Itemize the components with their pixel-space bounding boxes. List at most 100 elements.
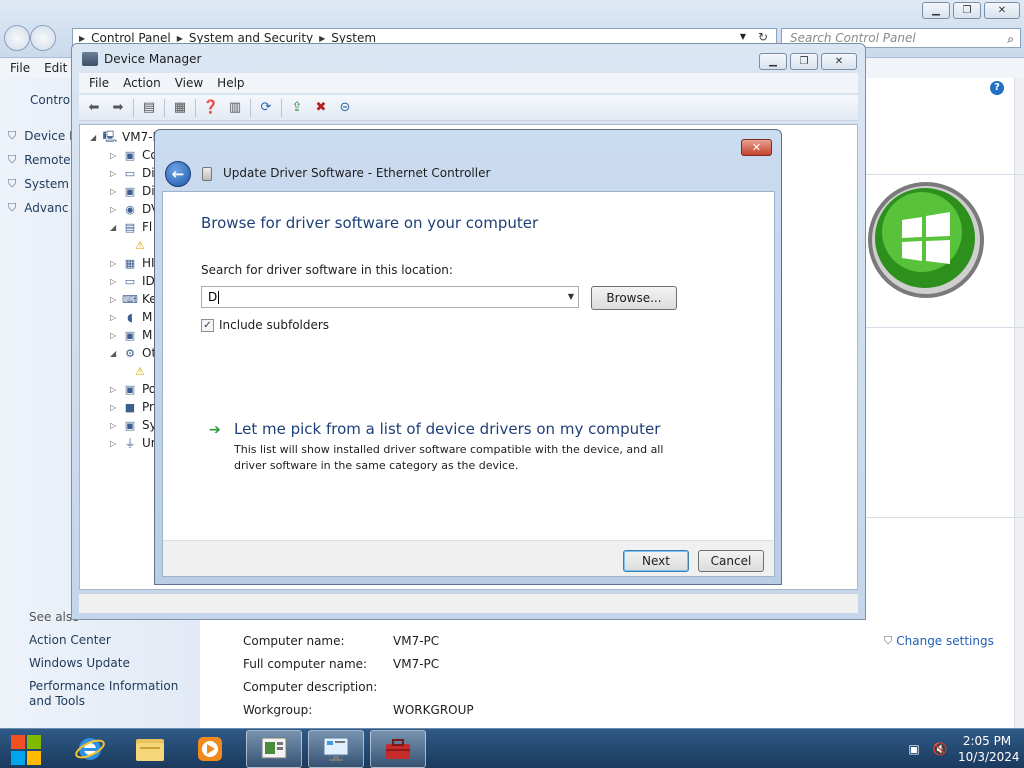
include-subfolders-checkbox[interactable]: ✓ Include subfolders (201, 318, 329, 332)
cancel-button[interactable]: Cancel (698, 550, 764, 572)
text-cursor (218, 291, 220, 304)
tree-item[interactable]: ◢ ⚙ Ot (110, 344, 156, 362)
warning-device-icon: ⚠ (135, 238, 145, 252)
maximize-button[interactable]: ❐ (953, 2, 981, 19)
tree-item[interactable]: ▷ ▣ Di (110, 182, 155, 200)
disable-device-icon[interactable]: ⊝ (336, 99, 354, 117)
checkbox[interactable]: ✓ (201, 318, 214, 332)
expand-arrow-icon[interactable]: ◢ (90, 133, 100, 142)
expand-arrow-icon[interactable]: ▷ (110, 151, 120, 160)
system-tray: ▣ 🔇 2:05 PM 10/3/2024 (906, 733, 1020, 765)
update-driver-icon[interactable]: ⇪ (288, 99, 306, 117)
expand-arrow-icon[interactable]: ▷ (110, 187, 120, 196)
control-panel-taskbar-button[interactable] (308, 730, 364, 768)
clock[interactable]: 2:05 PM 10/3/2024 (958, 733, 1020, 765)
pick-from-list-title[interactable]: Let me pick from a list of device driver… (234, 420, 660, 438)
refresh-icon[interactable]: ↻ (758, 30, 768, 44)
tree-item[interactable]: ▷ ▣ Po (110, 380, 156, 398)
back-button[interactable]: ← (165, 161, 191, 187)
expand-arrow-icon[interactable]: ◢ (110, 223, 120, 232)
tree-label: ID (142, 274, 155, 288)
tree-item[interactable]: ◢ ▤ Fl (110, 218, 152, 236)
expand-arrow-icon[interactable]: ▷ (110, 205, 120, 214)
menu-help[interactable]: Help (217, 76, 244, 90)
tree-item[interactable]: ▷ ▣ M (110, 326, 152, 344)
device-manager-taskbar-button[interactable] (246, 730, 302, 768)
link-windows-update[interactable]: Windows Update (29, 656, 130, 670)
ide-controller-icon: ▭ (124, 274, 136, 288)
tree-item[interactable]: ▷ ▦ HI (110, 254, 155, 272)
menu-file[interactable]: File (10, 61, 30, 75)
expand-arrow-icon[interactable]: ▷ (110, 403, 120, 412)
chevron-down-icon[interactable]: ▼ (568, 287, 574, 307)
menu-file[interactable]: File (89, 76, 109, 90)
tree-item[interactable]: ▷ ⏚ Ur (110, 434, 156, 452)
close-button[interactable]: ✕ (821, 53, 857, 70)
media-player-taskbar-button[interactable] (182, 730, 238, 768)
tree-item[interactable]: ▷ ■ Pr (110, 398, 154, 416)
next-button[interactable]: Next (623, 550, 689, 572)
properties-icon[interactable]: ▦ (171, 99, 189, 117)
menu-action[interactable]: Action (123, 76, 161, 90)
scrollbar[interactable] (1014, 78, 1024, 728)
uninstall-icon[interactable]: ✖ (312, 99, 330, 117)
link-action-center[interactable]: Action Center (29, 633, 111, 647)
expand-arrow-icon[interactable]: ▷ (110, 259, 120, 268)
link-performance-info[interactable]: Performance Information and Tools (29, 679, 194, 709)
show-hide-console-tree-icon[interactable]: ▤ (140, 99, 158, 117)
tree-label: Di (142, 166, 155, 180)
tree-item[interactable]: ▷ ◉ DV (110, 200, 159, 218)
expand-arrow-icon[interactable]: ▷ (110, 169, 120, 178)
expand-arrow-icon[interactable]: ▷ (110, 421, 120, 430)
minimize-button[interactable]: ▁ (922, 2, 950, 19)
tree-item[interactable]: ⚠ (130, 362, 152, 380)
expand-arrow-icon[interactable]: ◢ (110, 349, 120, 358)
change-settings-label: Change settings (896, 634, 994, 648)
forward-button[interactable] (30, 25, 56, 51)
tree-item[interactable]: ▷ ◖ M (110, 308, 152, 326)
tree-label: M (142, 310, 153, 324)
tree-item[interactable]: ▷ ▭ Di (110, 164, 155, 182)
tree-item[interactable]: ▷ ▣ Sy (110, 416, 157, 434)
help-icon[interactable]: ❓ (202, 99, 220, 117)
expand-arrow-icon[interactable]: ▷ (110, 385, 120, 394)
driver-path-combobox[interactable]: D ▼ (201, 286, 579, 308)
tree-item[interactable]: ▷ ▣ Co (110, 146, 158, 164)
minimize-button[interactable]: ▁ (759, 53, 787, 70)
left-link-advanced[interactable]: ⛉ Advanc (8, 201, 69, 215)
menu-view[interactable]: View (175, 76, 203, 90)
chevron-down-icon[interactable]: ▼ (740, 32, 746, 41)
close-button[interactable]: ✕ (984, 2, 1020, 19)
back-button[interactable] (4, 25, 30, 51)
folder-icon (136, 739, 164, 761)
scan-hardware-icon[interactable]: ⟳ (257, 99, 275, 117)
keyboard-icon: ⌨ (122, 292, 138, 306)
network-icon[interactable]: ▣ (906, 742, 922, 756)
tree-item[interactable]: ▷ ▭ ID (110, 272, 155, 290)
internet-explorer-taskbar-button[interactable] (62, 730, 118, 768)
left-link-remote[interactable]: ⛉ Remote (8, 153, 71, 167)
change-settings-link[interactable]: ⛉ Change settings (884, 634, 994, 648)
back-arrow-icon[interactable]: ⬅ (85, 99, 103, 117)
forward-arrow-icon[interactable]: ➡ (109, 99, 127, 117)
help-icon[interactable]: ? (990, 81, 1004, 95)
explorer-taskbar-button[interactable] (122, 730, 178, 768)
menu-edit[interactable]: Edit (44, 61, 67, 75)
browse-button[interactable]: Browse... (591, 286, 677, 310)
expand-arrow-icon[interactable]: ▷ (110, 295, 120, 304)
start-button[interactable] (6, 733, 46, 765)
expand-arrow-icon[interactable]: ▷ (110, 277, 120, 286)
maximize-button[interactable]: ❐ (790, 53, 818, 70)
tree-item[interactable]: ⚠ (130, 236, 152, 254)
action-pane-icon[interactable]: ▥ (226, 99, 244, 117)
volume-muted-icon[interactable]: 🔇 (932, 742, 948, 756)
toolbox-taskbar-button[interactable] (370, 730, 426, 768)
search-icon[interactable]: ⌕ (1007, 30, 1014, 48)
left-link-system[interactable]: ⛉ System (8, 177, 69, 191)
close-button[interactable]: ✕ (741, 139, 772, 156)
tree-item[interactable]: ▷ ⌨ Ke (110, 290, 157, 308)
expand-arrow-icon[interactable]: ▷ (110, 313, 120, 322)
expand-arrow-icon[interactable]: ▷ (110, 439, 120, 448)
expand-arrow-icon[interactable]: ▷ (110, 331, 120, 340)
left-link-device-manager[interactable]: ⛉ Device M (8, 129, 79, 143)
